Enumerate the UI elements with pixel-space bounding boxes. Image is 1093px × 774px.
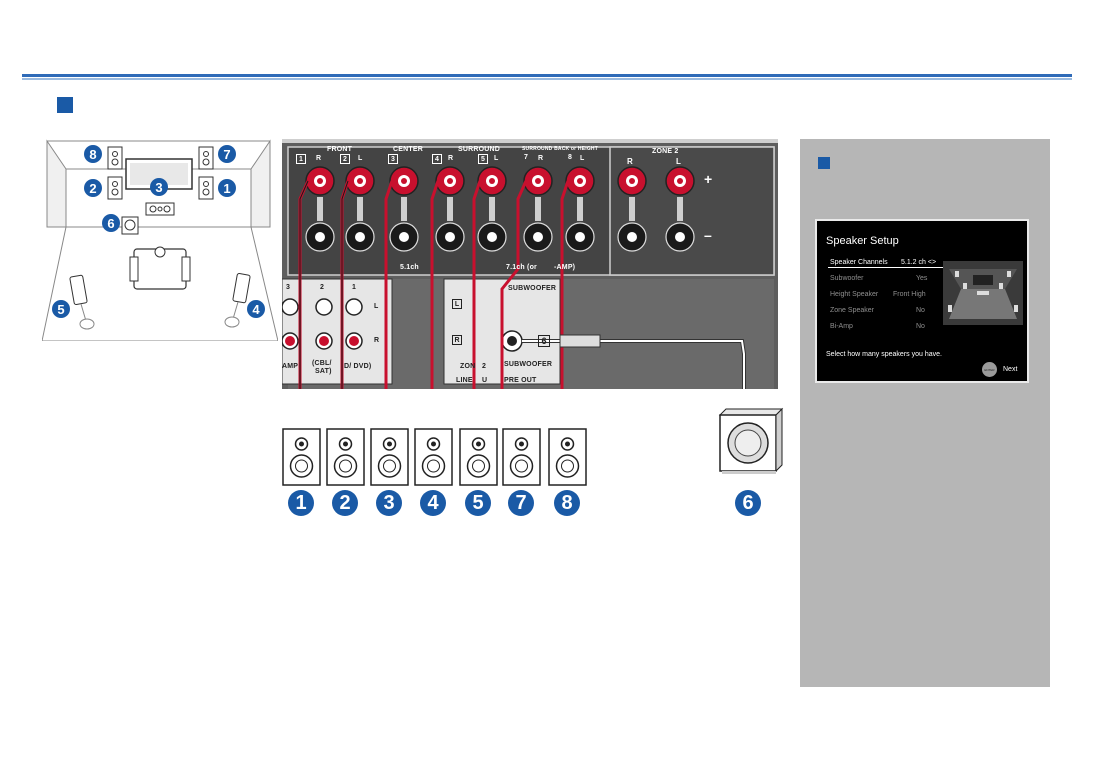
input-label-dvd: D/ DVD) xyxy=(344,363,372,370)
setting-zone-speaker-label: Zone Speaker xyxy=(830,307,874,314)
subwoofer-label-top: SUBWOOFER xyxy=(508,285,557,292)
setting-height-speaker-value[interactable]: Front High xyxy=(893,291,926,298)
side-section-marker-icon xyxy=(818,157,830,169)
zone2-ch-r: R xyxy=(627,157,633,166)
terminal-num-4: 4 xyxy=(432,154,442,164)
lineout-label-line: LINE xyxy=(456,377,473,384)
speaker-1 xyxy=(282,428,321,486)
input-label-cbl: (CBL/ xyxy=(312,360,332,367)
room-badge-3: 3 xyxy=(150,178,168,196)
screen-title: Speaker Setup xyxy=(826,235,899,247)
setting-zone-speaker-value[interactable]: No xyxy=(916,307,925,314)
terminal-ch-1: R xyxy=(316,155,322,162)
speaker-number-7: 7 xyxy=(508,490,534,516)
input-label-sat: SAT) xyxy=(315,368,332,375)
terminal-ch-7: R xyxy=(538,155,544,162)
room-badge-4: 4 xyxy=(247,300,265,318)
terminal-num-5: 5 xyxy=(478,154,488,164)
lineout-label-zone: ZON xyxy=(460,363,476,370)
speaker-5 xyxy=(459,428,498,486)
label-5-1ch: 5.1ch xyxy=(400,264,419,271)
lineout-label-u: U xyxy=(482,377,488,384)
terminal-ch-5: L xyxy=(494,155,499,162)
speaker-4 xyxy=(414,428,453,486)
speaker-setup-screen: Speaker Setup Speaker Channels 5.1.2 ch … xyxy=(815,219,1029,383)
section-marker-icon xyxy=(57,97,73,113)
setting-bi-amp-label: Bi-Amp xyxy=(830,323,853,330)
input-num-2: 2 xyxy=(320,284,325,291)
speaker-7 xyxy=(502,428,541,486)
setting-height-speaker-label: Height Speaker xyxy=(830,291,879,298)
terminal-ch-4: R xyxy=(448,155,454,162)
speaker-number-8: 8 xyxy=(554,490,580,516)
speaker-number-1: 1 xyxy=(288,490,314,516)
room-badge-5: 5 xyxy=(52,300,70,318)
speaker-number-4: 4 xyxy=(420,490,446,516)
terminal-ch-8: L xyxy=(580,155,585,162)
subwoofer-label-bottom: SUBWOOFER xyxy=(504,361,553,368)
terminal-num-1: 1 xyxy=(296,154,306,164)
lineout-label-l: L xyxy=(452,299,462,309)
label-surround: SURROUND xyxy=(458,146,501,153)
next-button[interactable]: Next xyxy=(1003,366,1017,373)
room-badge-7: 7 xyxy=(218,145,236,163)
room-badge-6: 6 xyxy=(102,214,120,232)
setting-bi-amp-value[interactable]: No xyxy=(916,323,925,330)
label-surround-back: SURROUND BACK or HEIGHT xyxy=(522,146,598,152)
label-front: FRONT xyxy=(327,146,353,153)
pre-out-label: PRE OUT xyxy=(504,377,537,384)
speaker-3 xyxy=(370,428,409,486)
room-layout-drawing xyxy=(42,139,278,341)
terminal-num-7: 7 xyxy=(524,154,529,161)
label-center: CENTER xyxy=(393,146,423,153)
subwoofer-cabinet xyxy=(716,405,786,475)
polarity-plus: + xyxy=(704,171,713,187)
speaker-number-2: 2 xyxy=(332,490,358,516)
terminal-num-3: 3 xyxy=(388,154,398,164)
terminal-num-8: 8 xyxy=(568,154,573,161)
input-label-r: R xyxy=(374,337,380,344)
setting-subwoofer-value[interactable]: Yes xyxy=(916,275,927,282)
selection-underline xyxy=(828,267,952,268)
speaker-2 xyxy=(326,428,365,486)
label-amp: -AMP) xyxy=(554,264,576,271)
lineout-label-2: 2 xyxy=(482,363,487,370)
lineout-label-r: R xyxy=(452,335,462,345)
room-badge-1: 1 xyxy=(218,179,236,197)
screen-hint-text: Select how many speakers you have. xyxy=(826,351,942,358)
setting-speaker-channels-label: Speaker Channels xyxy=(830,259,888,266)
subwoofer-jack-num: 6 xyxy=(538,335,550,347)
header-rule xyxy=(22,74,1072,80)
subwoofer-number-6: 6 xyxy=(735,490,761,516)
setting-speaker-channels-value[interactable]: 5.1.2 ch <> xyxy=(901,259,936,266)
polarity-minus: – xyxy=(704,227,712,243)
zone2-ch-l: L xyxy=(676,157,682,166)
terminal-ch-2: L xyxy=(358,155,363,162)
setting-subwoofer-label: Subwoofer xyxy=(830,275,864,282)
speaker-number-5: 5 xyxy=(465,490,491,516)
speaker-layout-preview xyxy=(943,261,1023,325)
speaker-number-3: 3 xyxy=(376,490,402,516)
input-num-1: 1 xyxy=(352,284,357,291)
receiver-back-panel: FRONT CENTER SURROUND SURROUND BACK or H… xyxy=(282,139,778,389)
room-badge-2: 2 xyxy=(84,179,102,197)
room-layout-diagram: 8 7 2 3 1 6 5 4 xyxy=(42,139,278,341)
speaker-8 xyxy=(548,428,587,486)
enter-button-icon[interactable]: ENTER xyxy=(982,362,997,377)
label-zone2: ZONE 2 xyxy=(652,148,679,155)
input-label-l: L xyxy=(374,303,379,310)
terminal-num-2: 2 xyxy=(340,154,350,164)
input-label-amp: AMP xyxy=(282,363,299,370)
room-badge-8: 8 xyxy=(84,145,102,163)
input-num-3: 3 xyxy=(286,284,291,291)
label-7-1ch: 7.1ch (or xyxy=(506,264,537,271)
